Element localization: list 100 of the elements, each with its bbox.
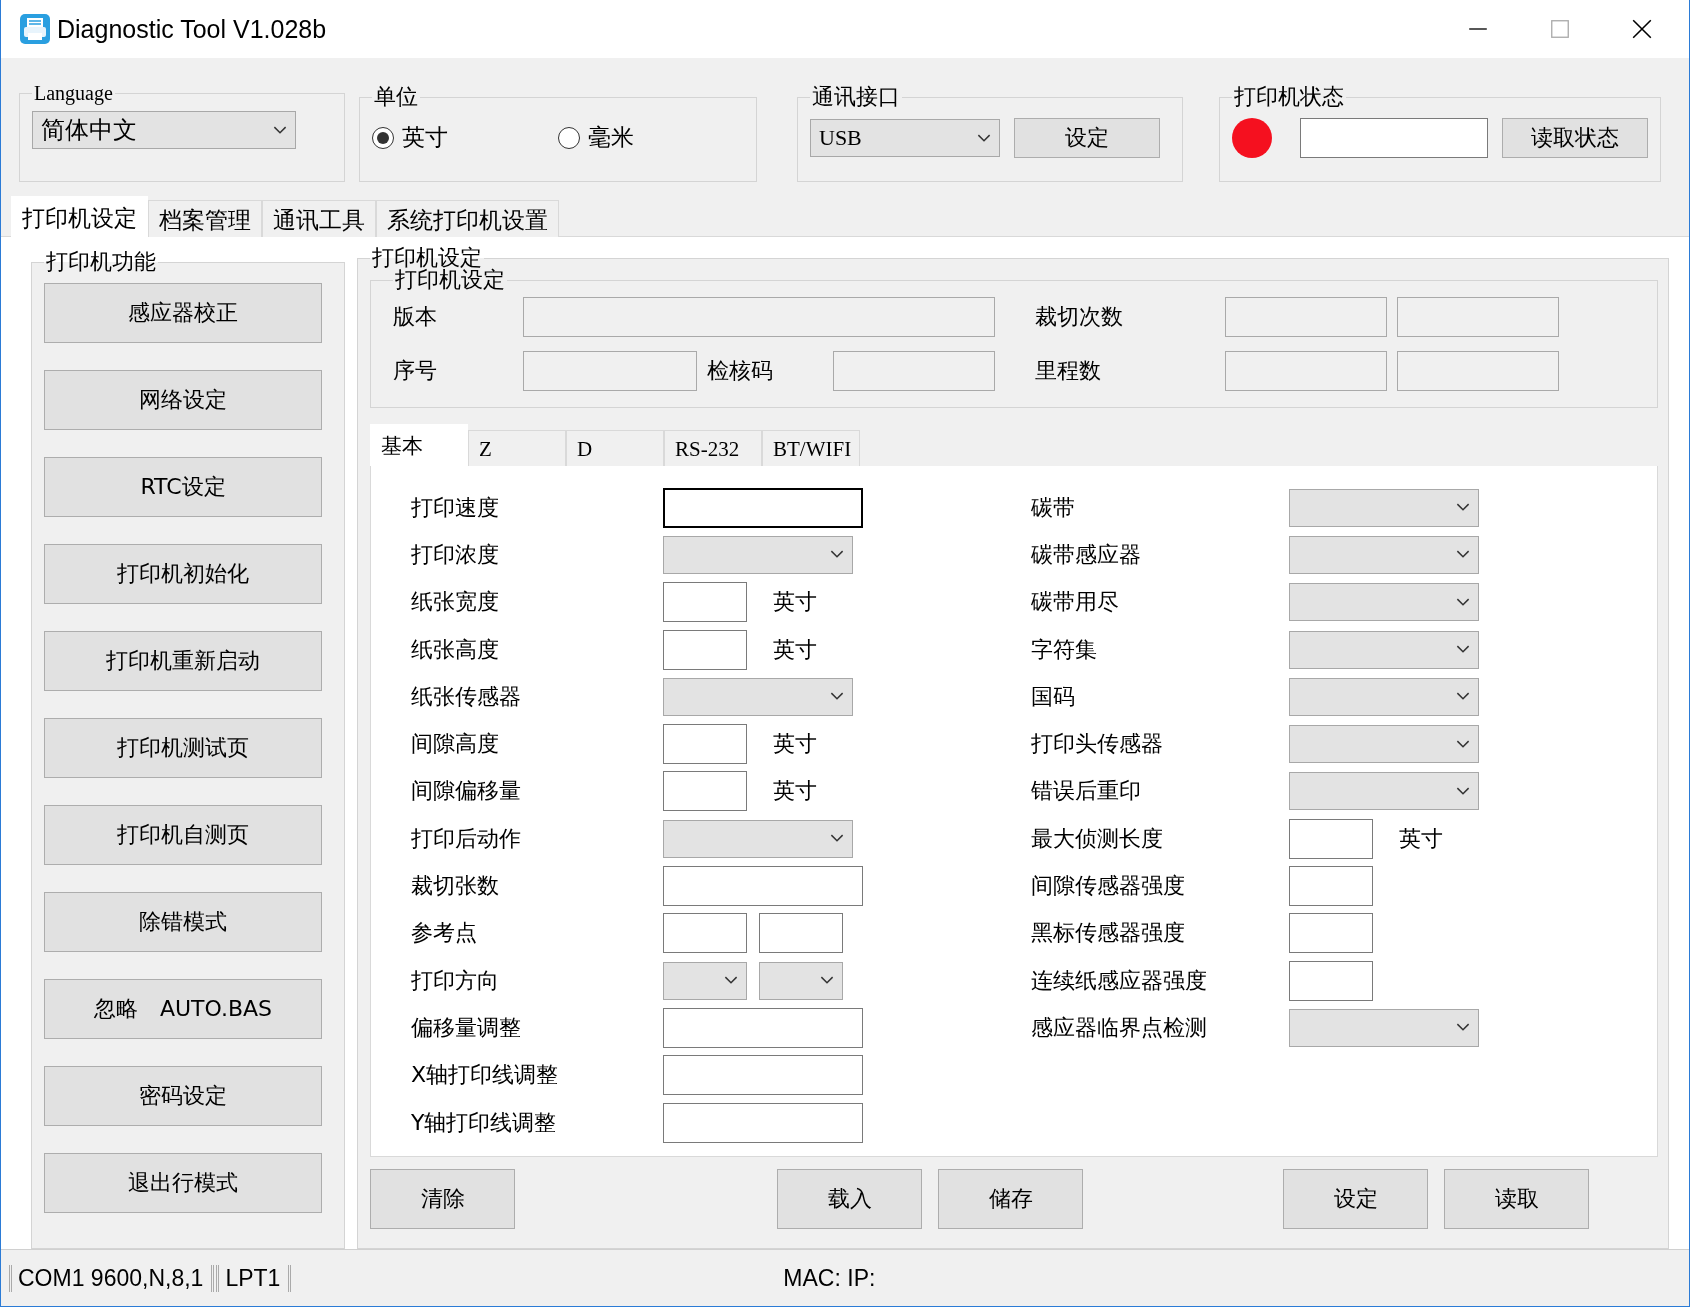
group-label: 打印机状态 [1233,83,1345,111]
action-button[interactable]: 储存 [938,1169,1083,1229]
field-label: 碳带感应器 [1031,540,1142,569]
chevron-down-icon [273,125,287,135]
action-button[interactable]: 设定 [1283,1169,1428,1229]
dropdown[interactable] [1289,488,1479,527]
field-label: 感应器临界点检测 [1031,1013,1208,1042]
input-field[interactable] [759,913,843,954]
dropdown[interactable] [1289,772,1479,811]
input-field[interactable] [663,1007,863,1048]
field-label: 打印浓度 [411,540,500,569]
input-field[interactable] [663,1102,863,1143]
chevron-down-icon [1456,1023,1470,1033]
close-icon[interactable] [1631,18,1653,40]
unit-label: 英寸 [773,588,817,617]
function-button[interactable]: 打印机初始化 [44,544,322,604]
dropdown[interactable] [1289,677,1479,716]
field-label: 间隙传感器强度 [1031,872,1186,900]
unit-label: 英寸 [773,777,817,806]
input-field[interactable] [1289,866,1373,906]
read-status-button[interactable]: 读取状态 [1502,118,1648,158]
language-dropdown[interactable]: 简体中文 [32,111,296,149]
field-label: 序号 [393,357,438,385]
input-field[interactable] [663,629,747,670]
function-button[interactable]: 打印机测试页 [44,718,322,778]
field-label: Y轴打印线调整 [411,1108,558,1137]
field-label: 版本 [393,303,438,331]
radio-option[interactable]: 毫米 [558,122,634,153]
tab[interactable]: 系统打印机设置 [376,200,559,239]
status-text: LPT1 [216,1264,292,1292]
action-button[interactable]: 清除 [370,1169,515,1229]
input-field[interactable] [1289,960,1373,1001]
group-label: Language [33,82,114,105]
input-field[interactable] [1289,913,1373,954]
input-field[interactable] [663,1055,863,1096]
unit-label: 英寸 [773,730,817,759]
function-button[interactable]: 网络设定 [44,370,322,430]
input-field[interactable] [663,913,747,954]
dropdown[interactable] [1289,725,1479,764]
interface-dropdown[interactable]: USB [810,119,1000,157]
field-label: 纸张传感器 [411,682,522,711]
field-label: 里程数 [1034,357,1102,385]
action-button[interactable]: 载入 [777,1169,922,1229]
dropdown[interactable] [663,535,853,574]
field-label: 打印方向 [411,966,500,995]
chevron-down-icon [830,834,844,844]
chevron-down-icon [1456,692,1470,702]
input-field[interactable] [1289,818,1373,859]
field-label: 黑标传感器强度 [1031,919,1186,948]
action-button[interactable]: 读取 [1444,1169,1589,1229]
field-label: X轴打印线调整 [411,1061,560,1090]
dropdown[interactable] [1289,630,1479,669]
chevron-down-icon [1456,786,1470,796]
group-label: 打印机设定 [371,247,482,269]
status-text: COM1 9600,N,8,1 [9,1264,215,1292]
field-label: 参考点 [411,919,478,948]
field-label: 间隙偏移量 [411,777,522,806]
function-button[interactable]: 除错模式 [44,892,322,952]
chevron-down-icon [724,976,738,986]
tab[interactable]: 打印机设定 [11,196,148,239]
input-field[interactable] [663,724,747,765]
tab[interactable]: Z [468,430,566,467]
tab[interactable]: RS-232 [664,430,762,467]
dropdown[interactable] [663,677,853,716]
field-label: 字符集 [1031,635,1098,664]
function-button[interactable]: 打印机自测页 [44,805,322,865]
unit-label: 英寸 [773,635,817,664]
tab[interactable]: 基本 [370,424,468,467]
input-field[interactable] [663,487,863,528]
tab[interactable]: 通讯工具 [262,200,376,239]
chevron-down-icon [1456,550,1470,560]
chevron-down-icon [830,692,844,702]
tab[interactable]: D [566,430,664,467]
field-label: 打印头传感器 [1031,730,1164,759]
input-field[interactable] [663,582,747,623]
function-button[interactable]: 忽略 AUTO.BAS [44,979,322,1039]
function-button[interactable]: 打印机重新启动 [44,631,322,691]
dropdown[interactable] [663,961,747,1000]
field-label: 检核码 [707,357,774,385]
function-button[interactable]: RTC设定 [44,457,322,517]
chevron-down-icon [820,976,834,986]
tab[interactable]: 档案管理 [148,200,262,239]
printer-icon [19,13,51,45]
input-field[interactable] [663,866,863,906]
dropdown[interactable] [759,961,843,1000]
dropdown[interactable] [663,819,853,858]
field-label: 偏移量调整 [411,1013,522,1042]
dropdown[interactable] [1289,535,1479,574]
function-button[interactable]: 密码设定 [44,1066,322,1126]
set-button[interactable]: 设定 [1014,118,1160,158]
tab[interactable]: BT/WIFI [762,430,860,467]
radio-option[interactable]: 英寸 [372,122,448,153]
function-button[interactable]: 感应器校正 [44,283,322,343]
group-label: 单位 [373,83,419,111]
dropdown[interactable] [1289,583,1479,622]
function-button[interactable]: 退出行模式 [44,1153,322,1213]
field-label: 错误后重印 [1031,777,1142,806]
input-field[interactable] [663,771,747,812]
chevron-down-icon [1456,503,1470,513]
dropdown[interactable] [1289,1008,1479,1047]
